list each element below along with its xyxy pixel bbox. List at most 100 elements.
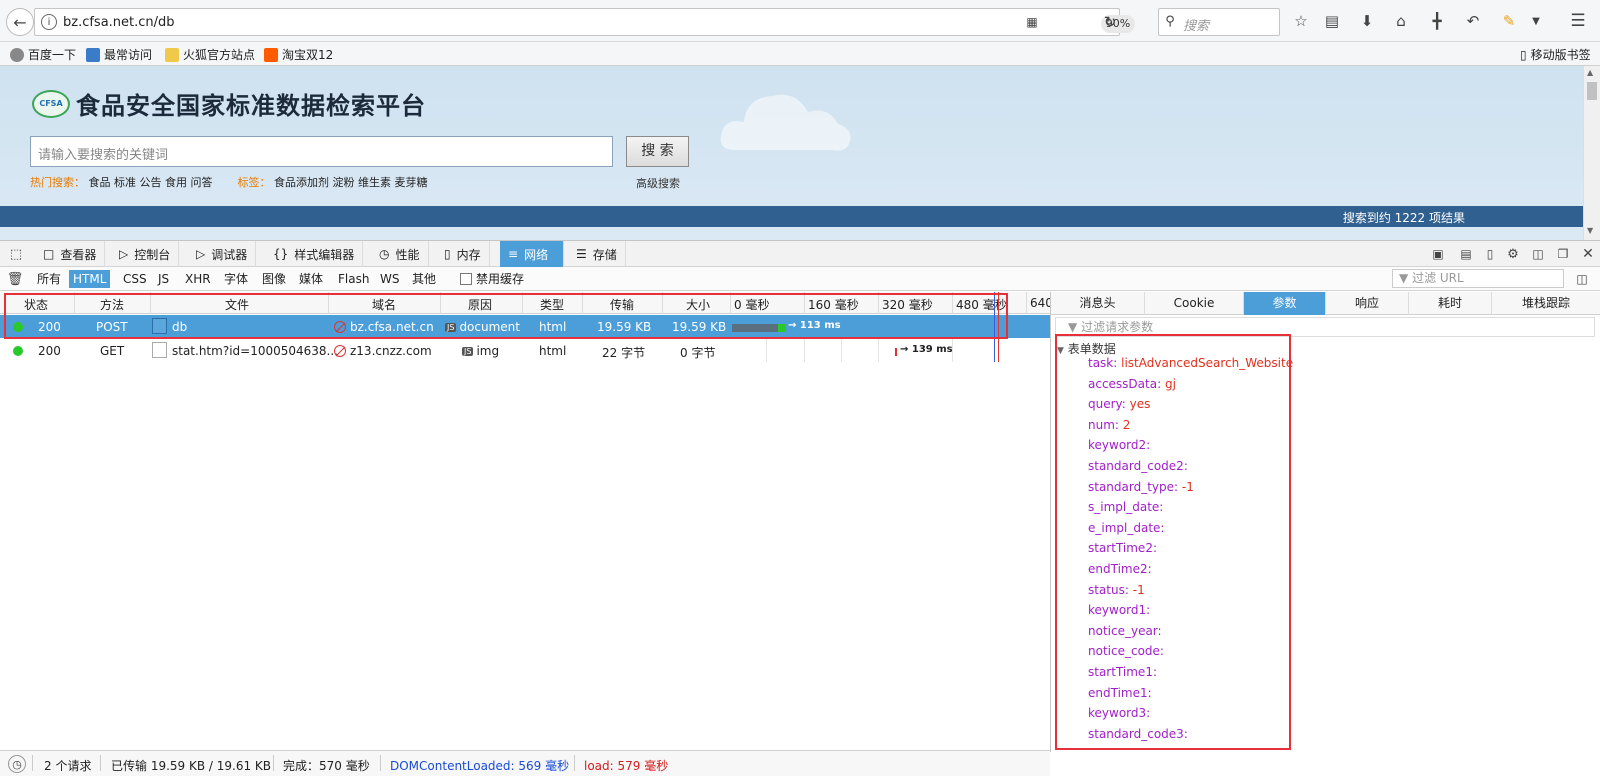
filter-images[interactable]: 图像 bbox=[258, 270, 290, 288]
dock-icon[interactable]: ▣ bbox=[1430, 246, 1446, 262]
param-row[interactable]: status: -1 bbox=[1088, 583, 1145, 597]
col-method[interactable]: 方法 bbox=[100, 296, 124, 313]
tag-items[interactable]: 食品添加剂 淀粉 维生素 麦芽糖 bbox=[274, 176, 428, 189]
undo-icon[interactable]: ↶ bbox=[1464, 12, 1482, 30]
param-row[interactable]: standard_code2: bbox=[1088, 459, 1188, 473]
chevron-down-icon[interactable]: ▼ bbox=[1530, 12, 1542, 30]
keyword-search-input[interactable]: 请输入要搜索的关键词 bbox=[30, 136, 613, 167]
filter-fonts[interactable]: 字体 bbox=[220, 270, 252, 288]
tab-cookies[interactable]: Cookie bbox=[1145, 292, 1244, 315]
param-row[interactable]: endTime2: bbox=[1088, 562, 1152, 576]
toggle-sidebar-icon[interactable]: ◫ bbox=[1574, 271, 1590, 287]
trash-icon[interactable]: 🗑 bbox=[7, 271, 24, 287]
close-icon[interactable]: ✕ bbox=[1580, 246, 1596, 262]
col-size[interactable]: 大小 bbox=[686, 296, 710, 313]
param-row[interactable]: standard_code3: bbox=[1088, 727, 1188, 741]
param-row[interactable]: keyword3: bbox=[1088, 706, 1150, 720]
tab-network[interactable]: ≡ 网络 bbox=[500, 241, 564, 267]
responsive-icon[interactable]: ▤ bbox=[1458, 246, 1474, 262]
param-row[interactable]: startTime1: bbox=[1088, 665, 1157, 679]
col-cause[interactable]: 原因 bbox=[468, 296, 492, 313]
param-row[interactable]: keyword1: bbox=[1088, 603, 1150, 617]
disable-cache-label[interactable]: 禁用缓存 bbox=[472, 270, 528, 288]
page-scrollbar[interactable]: ▲ ▼ bbox=[1583, 66, 1600, 240]
disable-cache-checkbox[interactable] bbox=[460, 273, 472, 285]
bookmark-star-icon[interactable]: ☆ bbox=[1292, 12, 1310, 30]
param-row[interactable]: accessData: gj bbox=[1088, 377, 1176, 391]
col-domain[interactable]: 域名 bbox=[372, 296, 396, 313]
filter-flash[interactable]: Flash bbox=[334, 270, 373, 288]
scroll-up-icon[interactable]: ▲ bbox=[1587, 68, 1593, 77]
param-row[interactable]: notice_year: bbox=[1088, 624, 1162, 638]
download-icon[interactable]: ⬇ bbox=[1358, 12, 1376, 30]
filter-other[interactable]: 其他 bbox=[408, 270, 440, 288]
tab-style-editor[interactable]: {} 样式编辑器 bbox=[265, 241, 364, 267]
pick-element-icon[interactable]: ⬚ bbox=[8, 246, 24, 262]
param-row[interactable]: standard_type: -1 bbox=[1088, 480, 1194, 494]
phone-icon[interactable]: ▯ bbox=[1482, 246, 1498, 262]
col-transferred[interactable]: 传输 bbox=[610, 296, 634, 313]
mobile-bookmarks[interactable]: ▯ 移动版书签 bbox=[1520, 46, 1591, 63]
search-button[interactable]: 搜 索 bbox=[626, 136, 689, 167]
col-status[interactable]: 状态 bbox=[24, 296, 48, 313]
bookmark-item[interactable]: 淘宝双12 bbox=[264, 46, 333, 63]
tab-headers[interactable]: 消息头 bbox=[1051, 292, 1145, 315]
performance-analysis-icon[interactable]: ◷ bbox=[8, 755, 26, 773]
filter-html[interactable]: HTML bbox=[69, 270, 111, 288]
tab-params[interactable]: 参数 bbox=[1244, 292, 1326, 315]
info-icon[interactable]: i bbox=[41, 14, 57, 30]
split-panel-icon[interactable]: ◫ bbox=[1530, 246, 1546, 262]
reload-icon[interactable]: ↻ bbox=[1101, 13, 1119, 31]
url-filter-input[interactable]: ▼ 过滤 URL bbox=[1392, 269, 1564, 288]
param-row[interactable]: num: 2 bbox=[1088, 418, 1130, 432]
tab-performance[interactable]: ◷ 性能 bbox=[371, 241, 429, 267]
filter-media[interactable]: 媒体 bbox=[295, 270, 327, 288]
col-file[interactable]: 文件 bbox=[225, 296, 249, 313]
advanced-search-link[interactable]: 高级搜索 bbox=[636, 175, 680, 191]
param-row[interactable]: notice_code: bbox=[1088, 644, 1164, 658]
params-filter-input[interactable]: ▼ 过滤请求参数 bbox=[1055, 317, 1595, 337]
form-data-section[interactable]: ▼ 表单数据 bbox=[1057, 340, 1116, 357]
tab-storage[interactable]: ☰ 存储 bbox=[568, 241, 626, 267]
tab-console[interactable]: ▷ 控制台 bbox=[111, 241, 180, 267]
bookmark-item[interactable]: 百度一下 bbox=[10, 46, 76, 63]
col-type[interactable]: 类型 bbox=[540, 296, 564, 313]
back-button[interactable]: ← bbox=[6, 8, 34, 36]
request-row[interactable]: 200 POST db bz.cfsa.net.cn JS document ht… bbox=[0, 315, 1050, 338]
param-row[interactable]: keyword2: bbox=[1088, 438, 1150, 452]
browser-search-input[interactable]: ⚲ 搜索 bbox=[1158, 8, 1280, 36]
param-row[interactable]: startTime2: bbox=[1088, 541, 1157, 555]
scrollbar-thumb[interactable] bbox=[1587, 82, 1597, 100]
request-row[interactable]: 200 GET stat.htm?id=1000504638... z13.cn… bbox=[0, 339, 1050, 362]
filter-xhr[interactable]: XHR bbox=[181, 270, 215, 288]
site-logo[interactable]: CFSA 食品安全国家标准数据检索平台 bbox=[32, 86, 426, 121]
tab-debugger[interactable]: ▷ 调试器 bbox=[188, 241, 257, 267]
param-row[interactable]: endTime1: bbox=[1088, 686, 1152, 700]
hot-search-items[interactable]: 食品 标准 公告 食用 问答 bbox=[89, 176, 213, 189]
pencil-icon[interactable]: ✎ bbox=[1500, 12, 1518, 30]
param-row[interactable]: task: listAdvancedSearch_Website bbox=[1088, 356, 1293, 370]
filter-css[interactable]: CSS bbox=[119, 270, 151, 288]
reading-list-icon[interactable]: ▤ bbox=[1323, 12, 1341, 30]
home-icon[interactable]: ⌂ bbox=[1392, 12, 1410, 30]
undock-icon[interactable]: ❐ bbox=[1555, 246, 1571, 262]
tab-response[interactable]: 响应 bbox=[1326, 292, 1409, 315]
tab-timings[interactable]: 耗时 bbox=[1409, 292, 1492, 315]
url-bar[interactable]: i bz.cfsa.net.cn/db ▦ 90% ↻ bbox=[34, 8, 1135, 36]
bookmark-item[interactable]: 最常访问 bbox=[86, 46, 152, 63]
menu-icon[interactable]: ☰ bbox=[1568, 11, 1588, 31]
qr-code-icon[interactable]: ▦ bbox=[1025, 15, 1039, 29]
param-row[interactable]: s_impl_date: bbox=[1088, 500, 1163, 514]
scroll-down-icon[interactable]: ▼ bbox=[1587, 226, 1593, 235]
tab-inspector[interactable]: □ 查看器 bbox=[35, 241, 106, 267]
filter-js[interactable]: JS bbox=[154, 270, 173, 288]
bookmark-item[interactable]: 火狐官方站点 bbox=[165, 46, 255, 63]
param-row[interactable]: query: yes bbox=[1088, 397, 1150, 411]
filter-all[interactable]: 所有 bbox=[33, 270, 65, 288]
tab-stack-trace[interactable]: 堆栈跟踪 bbox=[1492, 292, 1600, 315]
filter-ws[interactable]: WS bbox=[376, 270, 403, 288]
tab-memory[interactable]: ▯ 内存 bbox=[436, 241, 490, 267]
gear-icon[interactable]: ⚙ bbox=[1505, 246, 1521, 262]
param-row[interactable]: e_impl_date: bbox=[1088, 521, 1164, 535]
crop-icon[interactable]: ╋ bbox=[1428, 12, 1446, 30]
